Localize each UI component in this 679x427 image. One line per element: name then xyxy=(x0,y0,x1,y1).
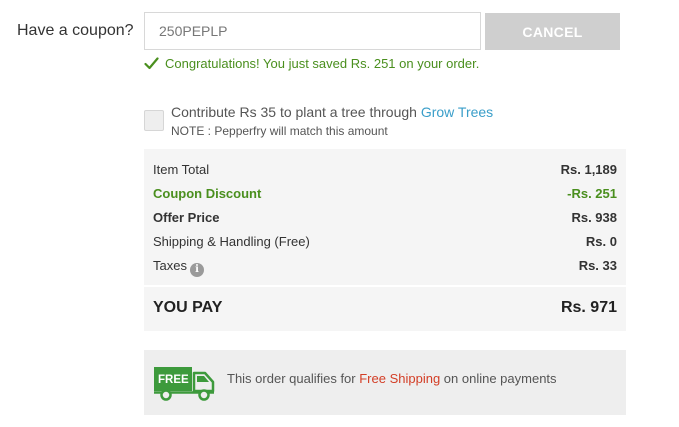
you-pay-value: Rs. 971 xyxy=(560,299,617,316)
free-shipping-highlight: Free Shipping xyxy=(359,371,441,386)
coupon-code-input[interactable] xyxy=(144,12,481,50)
plant-tree-label: Contribute Rs 35 to plant a tree through xyxy=(171,104,421,120)
delivery-truck-icon: FREE xyxy=(154,367,215,401)
shipping-label: Shipping & Handling (Free) xyxy=(153,234,310,249)
item-total-row: Item Total Rs. 1,189 xyxy=(153,162,617,177)
coupon-success-message: Congratulations! You just saved Rs. 251 … xyxy=(144,56,479,71)
item-total-value: Rs. 1,189 xyxy=(560,162,617,177)
item-total-label: Item Total xyxy=(153,162,210,177)
offer-price-label: Offer Price xyxy=(153,210,220,225)
free-shipping-banner: FREE This order qualifies for Free Shipp… xyxy=(144,350,626,415)
taxes-label-wrap: Taxes i xyxy=(153,258,204,277)
coupon-discount-label: Coupon Discount xyxy=(153,186,262,201)
taxes-value: Rs. 33 xyxy=(578,258,617,273)
free-shipping-text: This order qualifies for Free Shipping o… xyxy=(227,371,557,386)
info-icon[interactable]: i xyxy=(189,263,204,277)
coupon-label: Have a coupon? xyxy=(17,22,134,39)
checkmark-icon xyxy=(144,57,159,70)
summary-divider xyxy=(144,285,626,287)
free-badge-text: FREE xyxy=(158,374,189,386)
plant-tree-text: Contribute Rs 35 to plant a tree through… xyxy=(171,104,493,120)
free-shipping-suffix: on online payments xyxy=(440,371,557,386)
success-text: Congratulations! You just saved Rs. 251 … xyxy=(165,56,480,71)
you-pay-label: YOU PAY xyxy=(153,299,223,316)
order-summary: Item Total Rs. 1,189 Coupon Discount -Rs… xyxy=(144,149,626,331)
offer-price-row: Offer Price Rs. 938 xyxy=(153,210,617,225)
coupon-checkout-panel: Have a coupon? CANCEL Congratulations! Y… xyxy=(0,0,679,427)
offer-price-value: Rs. 938 xyxy=(571,210,617,225)
plant-tree-note: NOTE : Pepperfry will match this amount xyxy=(171,124,388,138)
plant-tree-checkbox[interactable] xyxy=(144,110,164,131)
shipping-value: Rs. 0 xyxy=(585,234,617,249)
taxes-row: Taxes i Rs. 33 xyxy=(153,258,617,277)
free-shipping-prefix: This order qualifies for xyxy=(227,371,360,386)
shipping-row: Shipping & Handling (Free) Rs. 0 xyxy=(153,234,617,249)
coupon-discount-row: Coupon Discount -Rs. 251 xyxy=(153,186,617,201)
you-pay-row: YOU PAY Rs. 971 xyxy=(153,299,617,317)
coupon-discount-value: -Rs. 251 xyxy=(567,186,617,201)
cancel-coupon-button[interactable]: CANCEL xyxy=(485,13,620,50)
taxes-label: Taxes xyxy=(153,258,187,273)
grow-trees-link[interactable]: Grow Trees xyxy=(421,104,493,120)
